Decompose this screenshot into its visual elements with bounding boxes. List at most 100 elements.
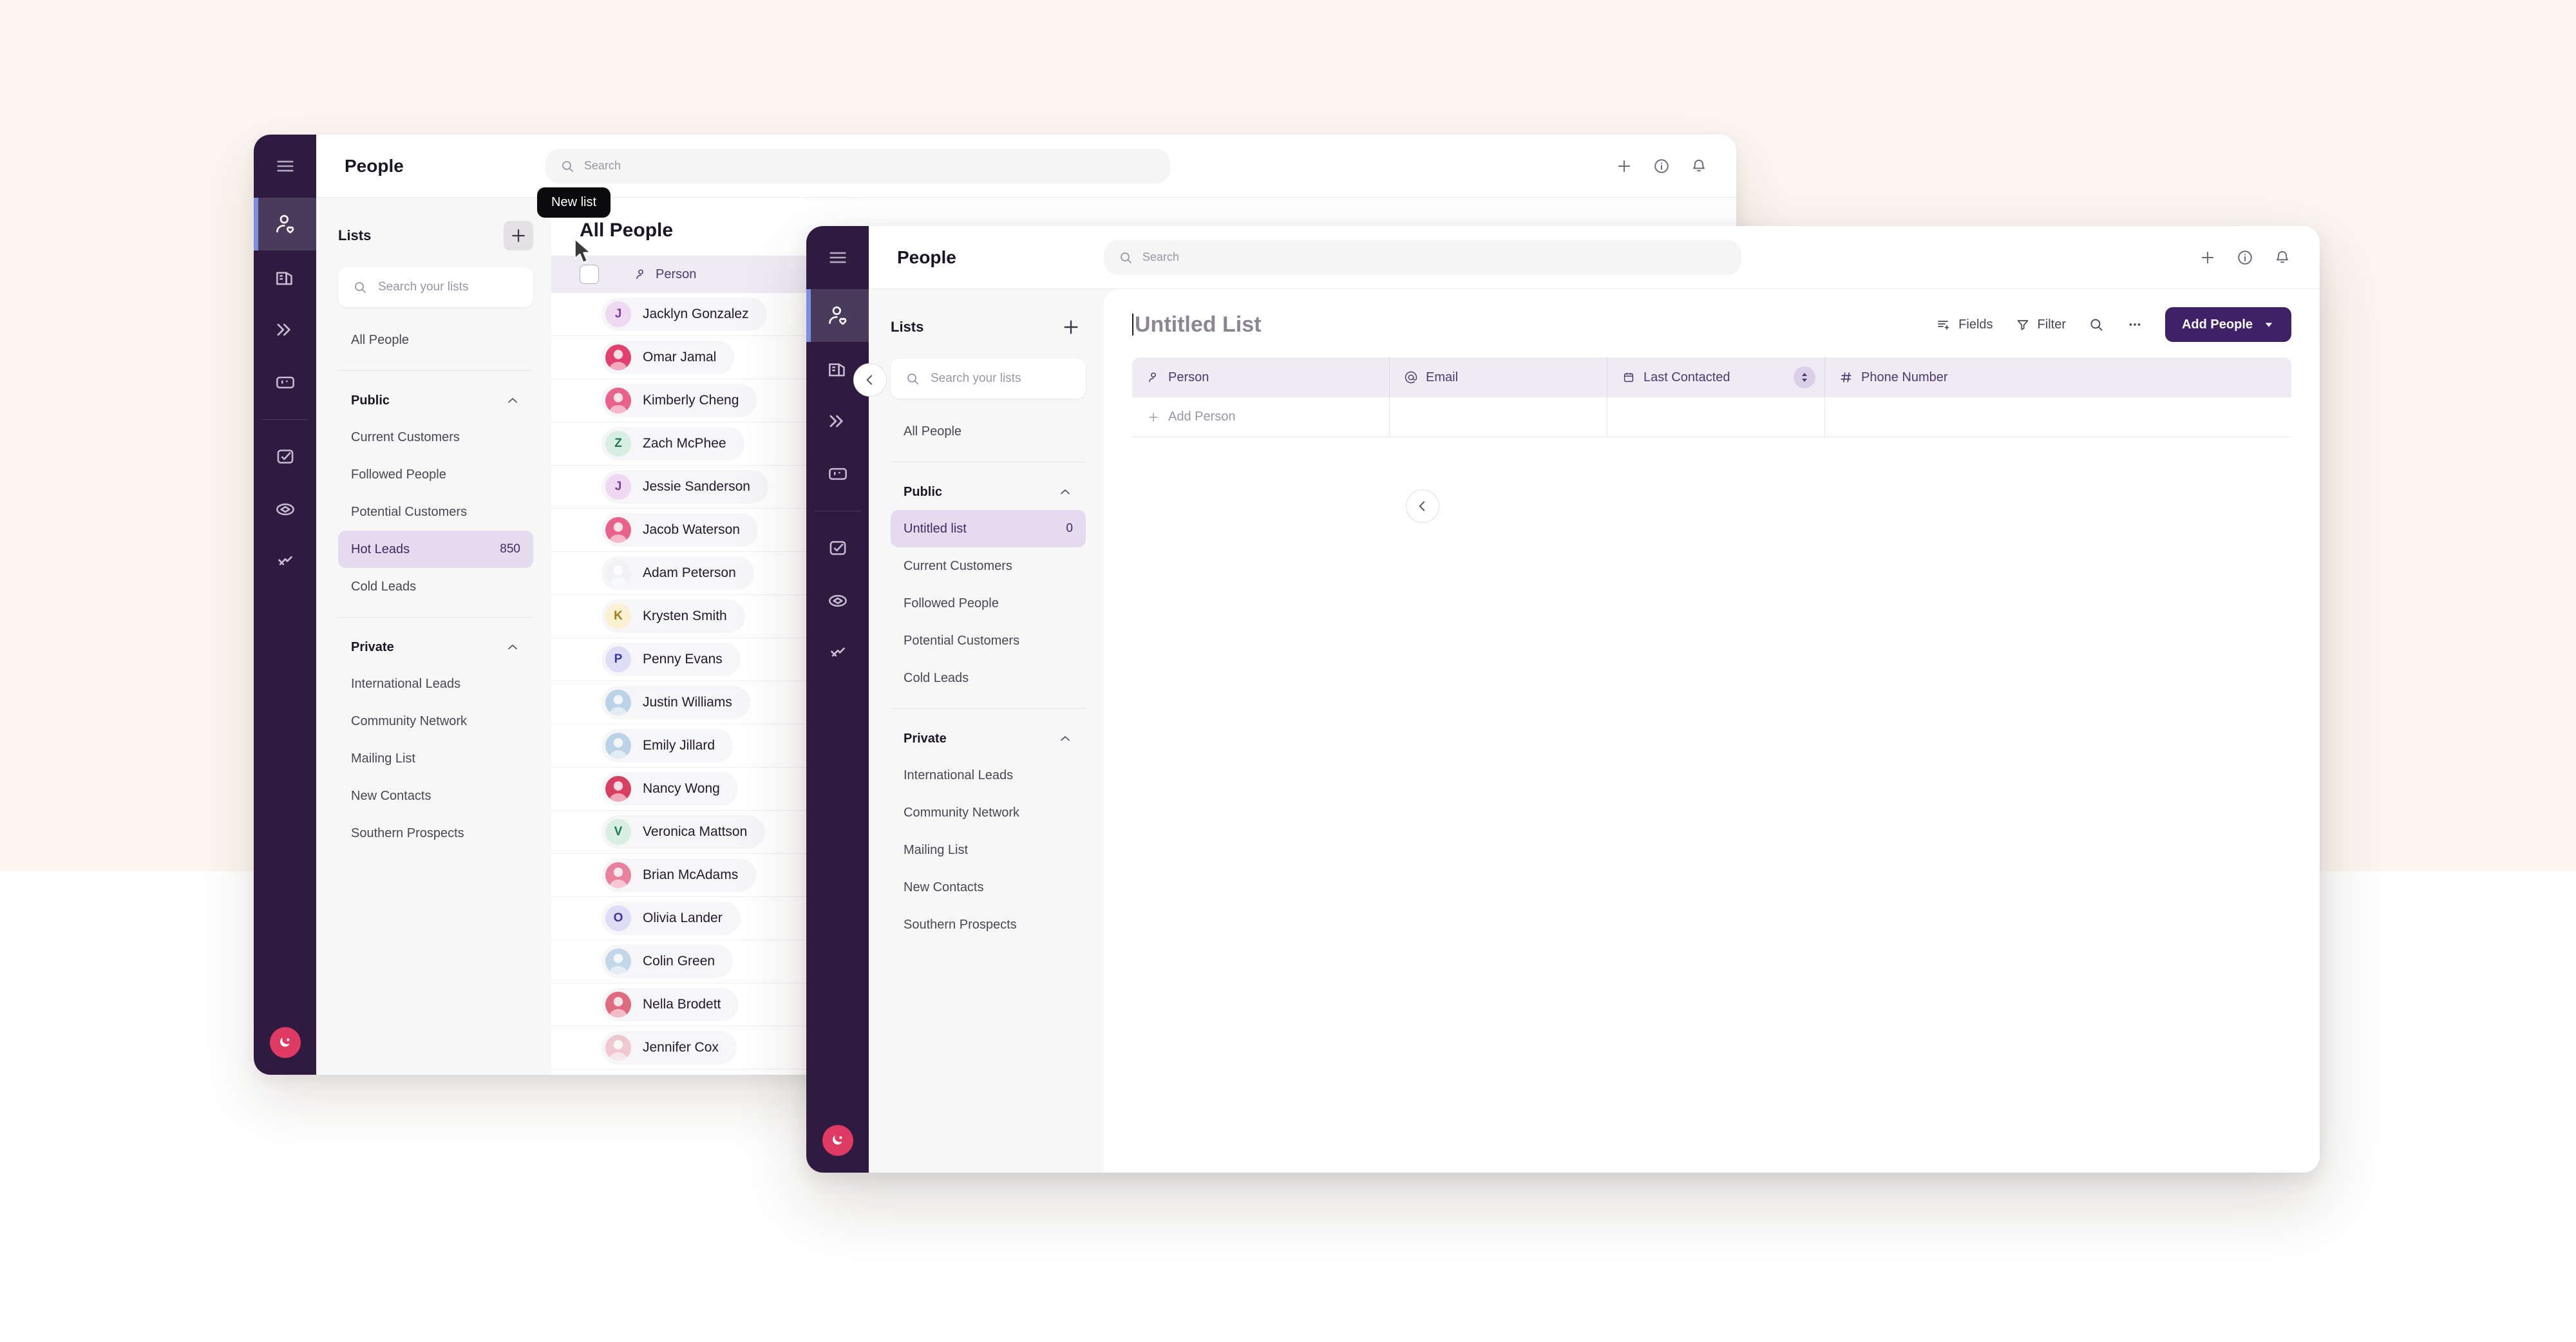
back-list-label: International Leads: [351, 676, 461, 691]
column-header-email[interactable]: Email: [1390, 357, 1607, 397]
person-chip[interactable]: Jacob Waterson: [601, 513, 758, 547]
front-lists-search-input[interactable]: Search your lists: [891, 359, 1086, 399]
notifications-bell-icon[interactable]: [1690, 157, 1708, 175]
back-list-item[interactable]: Cold Leads: [338, 568, 533, 605]
person-chip[interactable]: Adam Peterson: [601, 556, 754, 590]
add-icon[interactable]: [2199, 249, 2217, 267]
front-list-item[interactable]: Southern Prospects: [891, 906, 1086, 943]
person-chip[interactable]: Brian McAdams: [601, 858, 757, 892]
back-list-item[interactable]: Mailing List: [338, 740, 533, 777]
front-list-item[interactable]: New Contacts: [891, 869, 1086, 906]
add-icon[interactable]: [1615, 157, 1633, 175]
back-list-item[interactable]: International Leads: [338, 665, 533, 703]
new-list-button[interactable]: [1056, 312, 1086, 342]
person-name: Emily Jillard: [643, 738, 715, 753]
new-list-button[interactable]: [504, 221, 533, 250]
front-group-header-private[interactable]: Private: [891, 721, 1086, 757]
back-list-item[interactable]: Potential Customers: [338, 493, 533, 531]
person-chip[interactable]: J Jessie Sanderson: [601, 470, 768, 504]
divider: [891, 708, 1086, 709]
person-chip[interactable]: Z Zach McPhee: [601, 427, 744, 460]
sidebar-item-sequences[interactable]: [254, 303, 316, 356]
back-list-item[interactable]: Southern Prospects: [338, 815, 533, 852]
back-collapse-sidebar-button[interactable]: [853, 363, 887, 397]
notifications-bell-icon[interactable]: [2273, 249, 2291, 267]
front-list-item[interactable]: Potential Customers: [891, 622, 1086, 659]
person-chip[interactable]: V Veronica Mattson: [601, 815, 766, 849]
back-global-search[interactable]: Search: [545, 148, 1170, 184]
back-group-header-public[interactable]: Public: [338, 383, 533, 419]
add-person-cell[interactable]: Add Person: [1132, 397, 1390, 437]
empty-cell-email[interactable]: [1390, 397, 1607, 437]
empty-cell-phone[interactable]: [1825, 397, 2291, 437]
add-people-button[interactable]: Add People: [2164, 307, 2291, 342]
user-avatar[interactable]: [822, 1125, 853, 1156]
front-list-item[interactable]: Community Network: [891, 794, 1086, 831]
front-group-header-public[interactable]: Public: [891, 474, 1086, 510]
back-lists-search-input[interactable]: Search your lists: [338, 267, 533, 307]
column-header-last-contacted[interactable]: Last Contacted: [1607, 357, 1825, 397]
front-list-item[interactable]: Cold Leads: [891, 659, 1086, 697]
front-list-item[interactable]: Mailing List: [891, 831, 1086, 869]
person-chip[interactable]: Nella Brodett: [601, 988, 739, 1021]
front-table-add-row[interactable]: Add Person: [1132, 397, 2291, 437]
more-options-button[interactable]: [2126, 316, 2143, 333]
select-all-checkbox[interactable]: [580, 265, 599, 284]
hamburger-icon[interactable]: [254, 135, 316, 198]
sidebar-item-boards[interactable]: [806, 448, 869, 500]
sidebar-item-people[interactable]: [254, 198, 316, 250]
person-chip[interactable]: J Jacklyn Gonzalez: [601, 298, 767, 331]
person-chip[interactable]: Emily Jillard: [601, 729, 734, 762]
sidebar-item-deals[interactable]: [254, 483, 316, 536]
table-search-button[interactable]: [2088, 316, 2105, 333]
back-list-item[interactable]: Followed People: [338, 456, 533, 493]
back-list-item-hot-leads[interactable]: Hot Leads 850: [338, 531, 533, 568]
sidebar-item-people[interactable]: [806, 289, 869, 342]
column-header-person[interactable]: Person: [1132, 357, 1390, 397]
sidebar-item-tasks[interactable]: [806, 522, 869, 574]
back-list-item[interactable]: New Contacts: [338, 777, 533, 815]
person-chip[interactable]: Colin Green: [601, 945, 734, 978]
sidebar-item-sequences[interactable]: [806, 395, 869, 448]
filter-button[interactable]: Filter: [2015, 317, 2066, 332]
sidebar-item-automations[interactable]: [254, 536, 316, 589]
info-icon[interactable]: [2236, 249, 2254, 267]
front-global-search[interactable]: Search: [1103, 240, 1741, 275]
empty-cell-last-contacted[interactable]: [1607, 397, 1825, 437]
sidebar-item-boards[interactable]: [254, 356, 316, 409]
back-list-item-all-people[interactable]: All People: [338, 321, 533, 359]
hamburger-icon[interactable]: [806, 226, 869, 289]
back-list-label: Mailing List: [351, 751, 416, 766]
person-chip[interactable]: Nancy Wong: [601, 772, 738, 806]
person-chip[interactable]: P Penny Evans: [601, 643, 741, 676]
front-list-item[interactable]: Followed People: [891, 585, 1086, 622]
back-list-item[interactable]: Current Customers: [338, 419, 533, 456]
chevron-up-icon: [505, 639, 520, 655]
sort-toggle-icon[interactable]: [1794, 366, 1815, 388]
front-collapse-sidebar-button[interactable]: [1406, 489, 1439, 523]
front-list-item[interactable]: International Leads: [891, 757, 1086, 794]
person-chip[interactable]: O Olivia Lander: [601, 902, 741, 935]
front-list-item[interactable]: Current Customers: [891, 547, 1086, 585]
person-chip[interactable]: Kimberly Cheng: [601, 384, 757, 417]
sidebar-item-companies[interactable]: [254, 250, 316, 303]
front-content-toolbar: Untitled List Fields Filter Add People: [1104, 289, 2320, 357]
person-chip[interactable]: Jennifer Cox: [601, 1031, 737, 1064]
user-avatar[interactable]: [269, 1027, 301, 1058]
fields-button[interactable]: Fields: [1936, 317, 1993, 332]
back-list-item[interactable]: Community Network: [338, 703, 533, 740]
back-group-header-private[interactable]: Private: [338, 629, 533, 665]
back-column-person[interactable]: Person: [634, 267, 696, 282]
person-chip[interactable]: K Krysten Smith: [601, 600, 745, 633]
person-chip[interactable]: Omar Jamal: [601, 341, 735, 374]
sidebar-item-automations[interactable]: [806, 627, 869, 680]
person-chip[interactable]: Justin Williams: [601, 686, 750, 719]
sidebar-item-deals[interactable]: [806, 574, 869, 627]
sidebar-item-tasks[interactable]: [254, 430, 316, 483]
info-icon[interactable]: [1653, 157, 1671, 175]
front-lists-sidebar: Lists Search your lists All People Publi…: [869, 289, 1104, 1173]
front-list-item-untitled[interactable]: Untitled list 0: [891, 510, 1086, 547]
untitled-list-title[interactable]: Untitled List: [1132, 314, 1261, 336]
front-list-item-all-people[interactable]: All People: [891, 413, 1086, 450]
column-header-phone-number[interactable]: Phone Number: [1825, 357, 2291, 397]
